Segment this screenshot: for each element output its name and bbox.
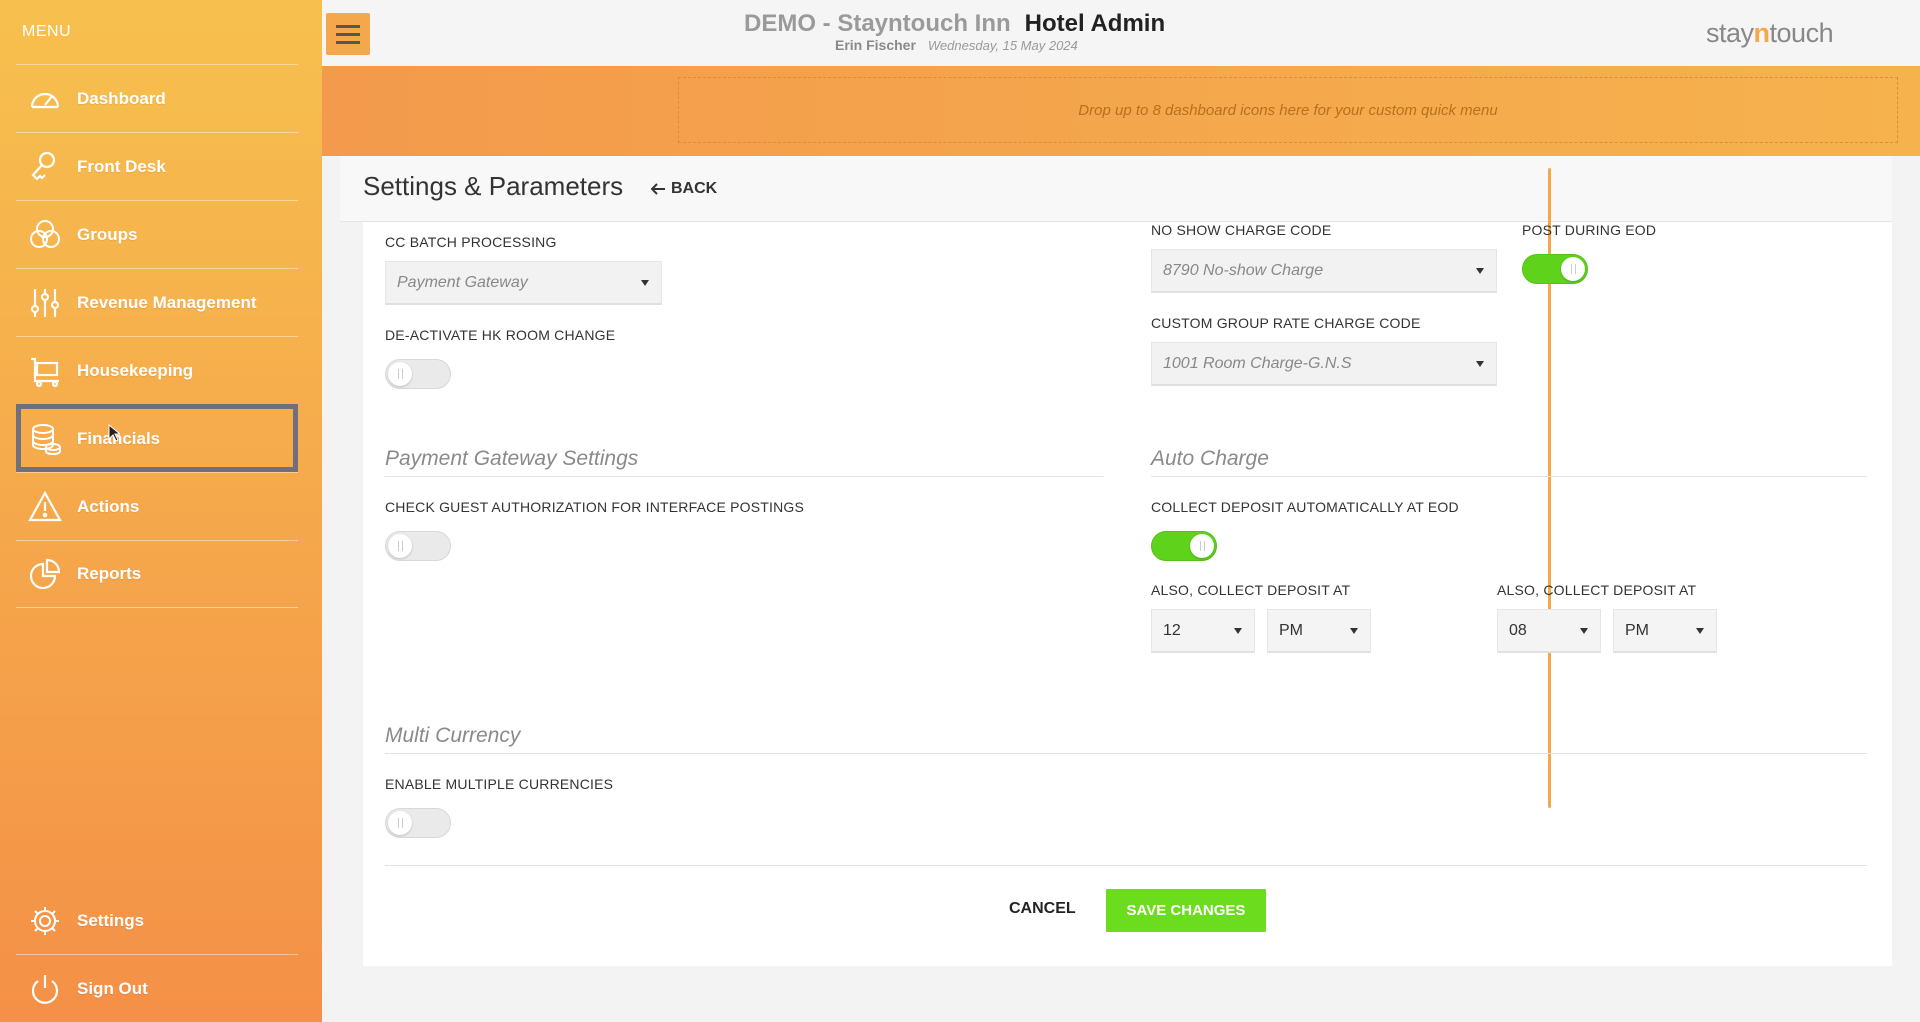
sidebar-item-groups[interactable]: Groups (16, 200, 298, 268)
post-eod-toggle[interactable] (1522, 254, 1588, 284)
mouse-pointer-icon (108, 424, 120, 442)
current-date: Wednesday, 15 May 2024 (927, 38, 1078, 53)
sidebar-item-label: Front Desk (77, 156, 166, 176)
caret-down-icon (1476, 361, 1484, 367)
cc-batch-value: Payment Gateway (397, 273, 528, 291)
multi-currency-section-title: Multi Currency (385, 724, 521, 747)
deactivate-hk-toggle[interactable] (385, 359, 451, 389)
sidebar-item-housekeeping[interactable]: Housekeeping (16, 336, 298, 404)
circles-icon (25, 215, 65, 255)
save-changes-button[interactable]: SAVE CHANGES (1106, 889, 1266, 932)
also-collect-1-hour-select[interactable]: 12 (1151, 609, 1255, 653)
hour-value: 12 (1163, 621, 1181, 639)
also-collect-label-1: ALSO, COLLECT DEPOSIT AT (1151, 582, 1351, 598)
no-show-value: 8790 No-show Charge (1163, 261, 1324, 279)
hamburger-menu-button[interactable] (326, 13, 370, 55)
brand-logo: stayntouch (1706, 18, 1834, 48)
sidebar-bottom-nav: Settings Sign Out (16, 887, 298, 1022)
sidebar-item-label: Reports (77, 564, 142, 583)
hotel-name: DEMO - Stayntouch Inn (744, 10, 1011, 37)
menu-label: MENU (22, 23, 72, 40)
no-show-label: NO SHOW CHARGE CODE (1151, 222, 1332, 238)
payment-gateway-section-title: Payment Gateway Settings (385, 447, 639, 470)
custom-group-label: CUSTOM GROUP RATE CHARGE CODE (1151, 315, 1421, 331)
pie-chart-icon (25, 554, 65, 594)
sidebar-item-sign-out[interactable]: Sign Out (16, 955, 298, 1022)
caret-down-icon (641, 280, 649, 286)
page-title: Settings & Parameters (363, 171, 624, 201)
no-show-select[interactable]: 8790 No-show Charge (1151, 249, 1497, 293)
arrow-left-icon (651, 183, 665, 195)
deactivate-hk-label: DE-ACTIVATE HK ROOM CHANGE (385, 327, 616, 343)
cancel-button[interactable]: CANCEL (1009, 900, 1076, 918)
ampm-value: PM (1625, 621, 1649, 639)
quick-menu-dropzone[interactable]: Drop up to 8 dashboard icons here for yo… (678, 77, 1898, 143)
sidebar-item-settings[interactable]: Settings (16, 887, 298, 955)
hour-value: 08 (1509, 621, 1527, 639)
sliders-icon (25, 283, 65, 323)
also-collect-1-ampm-select[interactable]: PM (1267, 609, 1371, 653)
sidebar-item-front-desk[interactable]: Front Desk (16, 132, 298, 200)
sidebar-item-dashboard[interactable]: Dashboard (16, 64, 298, 132)
also-collect-2-ampm-select[interactable]: PM (1613, 609, 1717, 653)
section-divider (1151, 476, 1867, 477)
footer-divider (385, 865, 1867, 866)
post-eod-label: POST DURING EOD (1522, 222, 1657, 238)
sidebar-item-label: Housekeeping (77, 360, 194, 380)
sidebar-item-label: Sign Out (77, 979, 148, 998)
sidebar-item-actions[interactable]: Actions (16, 472, 298, 540)
warning-icon (25, 487, 65, 527)
section-divider (385, 753, 1867, 754)
sidebar-item-label: Revenue Management (77, 292, 257, 312)
cart-icon (25, 351, 65, 391)
header-title: DEMO - Stayntouch Inn Hotel Admin (744, 10, 1165, 38)
back-label: BACK (671, 180, 718, 197)
app-title: Hotel Admin (1024, 10, 1166, 37)
cc-batch-label: CC BATCH PROCESSING (385, 234, 557, 250)
sidebar-item-label: Actions (77, 496, 140, 516)
section-divider (385, 476, 1103, 477)
sidebar-item-reports[interactable]: Reports (16, 540, 298, 608)
gauge-icon (25, 79, 65, 119)
sidebar-item-label: Settings (77, 910, 145, 930)
sidebar: MENU Dashboard Front Desk Groups Revenue… (0, 0, 322, 1022)
check-guest-toggle[interactable] (385, 531, 451, 561)
header-subtitle: Erin Fischer Wednesday, 15 May 2024 (835, 37, 1078, 53)
collect-deposit-label: COLLECT DEPOSIT AUTOMATICALLY AT EOD (1151, 499, 1459, 515)
gear-icon (25, 901, 65, 941)
enable-multi-label: ENABLE MULTIPLE CURRENCIES (385, 776, 614, 792)
also-collect-2-hour-select[interactable]: 08 (1497, 609, 1601, 653)
quick-menu-band: Drop up to 8 dashboard icons here for yo… (322, 66, 1920, 156)
enable-multi-toggle[interactable] (385, 808, 451, 838)
top-header: DEMO - Stayntouch Inn Hotel Admin Erin Fi… (322, 0, 1920, 66)
user-name: Erin Fischer (835, 37, 916, 53)
caret-down-icon (1350, 628, 1358, 634)
page-title-bar: Settings & Parameters BACK (340, 156, 1892, 222)
back-button[interactable]: BACK (651, 180, 717, 198)
cc-batch-select[interactable]: Payment Gateway (385, 261, 662, 305)
caret-down-icon (1234, 628, 1242, 634)
collect-deposit-toggle[interactable] (1151, 531, 1217, 561)
hamburger-icon (336, 22, 360, 46)
auto-charge-section-title: Auto Charge (1151, 447, 1269, 470)
custom-group-value: 1001 Room Charge-G.N.S (1163, 354, 1352, 372)
also-collect-label-2: ALSO, COLLECT DEPOSIT AT (1497, 582, 1697, 598)
key-icon (25, 147, 65, 187)
power-icon (25, 969, 65, 1009)
coins-icon (25, 419, 65, 459)
ampm-value: PM (1279, 621, 1303, 639)
sidebar-nav: Dashboard Front Desk Groups Revenue Mana… (16, 64, 298, 608)
check-guest-label: CHECK GUEST AUTHORIZATION FOR INTERFACE … (385, 499, 805, 515)
custom-group-select[interactable]: 1001 Room Charge-G.N.S (1151, 342, 1497, 386)
sidebar-item-revenue-management[interactable]: Revenue Management (16, 268, 298, 336)
caret-down-icon (1580, 628, 1588, 634)
sidebar-item-financials[interactable]: Financials (16, 404, 298, 472)
caret-down-icon (1696, 628, 1704, 634)
sidebar-item-label: Groups (77, 224, 138, 244)
sidebar-item-label: Dashboard (77, 88, 166, 108)
caret-down-icon (1476, 268, 1484, 274)
